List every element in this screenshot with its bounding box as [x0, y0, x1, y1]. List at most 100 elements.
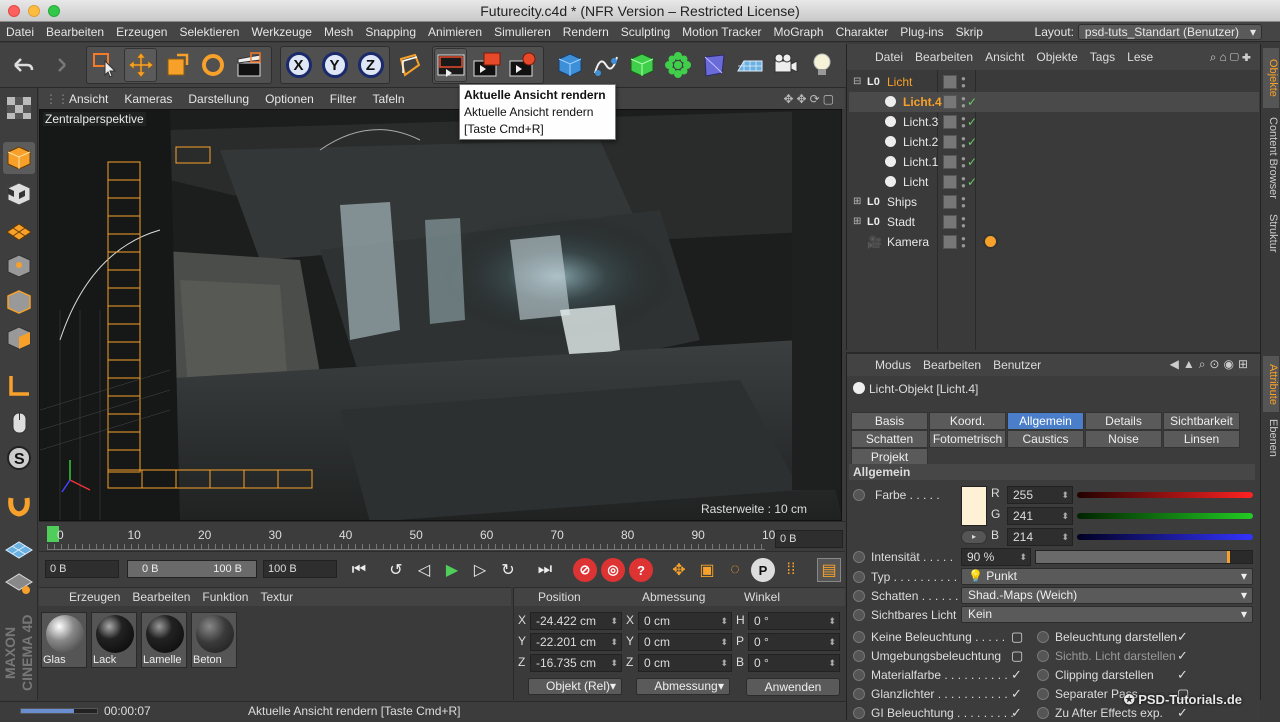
workplane-mode-button[interactable]	[3, 214, 35, 246]
z-axis-lock-button[interactable]: Z	[354, 48, 387, 82]
attr-tab-allgemein[interactable]: Allgemein	[1007, 412, 1084, 430]
size-z-field[interactable]: 0 cm	[638, 654, 732, 672]
size-x-field[interactable]: 0 cm	[638, 612, 732, 630]
layer-tag-icon[interactable]	[943, 95, 957, 109]
intensity-field[interactable]: 90 %	[961, 548, 1031, 566]
material-menu-bearbeiten[interactable]: Bearbeiten	[126, 590, 196, 604]
add-light-button[interactable]	[805, 48, 838, 82]
light-type-dropdown[interactable]: 💡 Punkt	[961, 568, 1253, 585]
tab-content-browser[interactable]: Content Browser	[1263, 114, 1279, 202]
add-array-button[interactable]	[661, 48, 694, 82]
next-key-button[interactable]: ↻	[496, 558, 520, 582]
attr-tab-caustics[interactable]: Caustics	[1007, 430, 1084, 448]
coord-mode-dropdown[interactable]: Objekt (Rel)	[528, 678, 622, 695]
move-tool-button[interactable]	[124, 48, 157, 82]
layer-tag-icon[interactable]	[943, 115, 957, 129]
checked-checkbox[interactable]: ✓	[1011, 666, 1022, 684]
color-swatch[interactable]	[961, 486, 987, 526]
red-field[interactable]: 255	[1007, 486, 1073, 504]
animate-option-radio[interactable]	[853, 669, 865, 681]
animate-option-radio[interactable]	[1037, 631, 1049, 643]
material-lack[interactable]: Lack	[91, 612, 137, 668]
animate-option-radio[interactable]	[853, 650, 865, 662]
animate-option-radio[interactable]	[853, 707, 865, 719]
animate-farbe-radio[interactable]	[853, 489, 865, 501]
menu-charakter[interactable]: Charakter	[830, 25, 895, 39]
zoom-window-button[interactable]	[48, 5, 60, 17]
render-picture-viewer-button[interactable]	[470, 48, 503, 82]
play-button[interactable]: ▶	[440, 558, 464, 582]
attribute-nav-icons[interactable]: ◀▲⌕⊙◉⊞	[1170, 357, 1252, 372]
rotation-b-field[interactable]: 0 °	[748, 654, 840, 672]
animate-sichtbar-radio[interactable]	[853, 609, 865, 621]
enabled-check-icon[interactable]: ✓	[967, 112, 977, 132]
green-slider[interactable]	[1077, 513, 1253, 519]
menu-sculpting[interactable]: Sculpting	[615, 25, 676, 39]
key-position-button[interactable]: ✥	[667, 558, 691, 582]
recent-tool-button[interactable]	[232, 48, 265, 82]
object-name[interactable]: Kamera	[887, 232, 929, 252]
enabled-check-icon[interactable]: ✓	[967, 152, 977, 172]
checked-checkbox[interactable]: ✓	[1011, 704, 1022, 722]
layer-tag-icon[interactable]	[943, 215, 957, 229]
object-row-licht-1[interactable]: Licht.1 ● ● ✓	[849, 152, 1259, 172]
render-settings-button[interactable]	[506, 48, 539, 82]
object-row-licht-2[interactable]: Licht.2 ● ● ✓	[849, 132, 1259, 152]
object-name[interactable]: Licht.2	[903, 132, 938, 152]
attr-tab-linsen[interactable]: Linsen	[1163, 430, 1240, 448]
viewport-menu-tafeln[interactable]: Tafeln	[364, 92, 412, 106]
viewport-menu-ansicht[interactable]: Ansicht	[61, 92, 116, 106]
object-row-licht-3[interactable]: Licht.3 ● ● ✓	[849, 112, 1259, 132]
checked-checkbox[interactable]: ✓	[1177, 647, 1188, 665]
animate-option-radio[interactable]	[1037, 669, 1049, 681]
viewport-navigation-icons[interactable]: ✥✥⟳▢	[783, 92, 837, 106]
attr-tab-sichtbarkeit[interactable]: Sichtbarkeit	[1163, 412, 1240, 430]
unchecked-checkbox[interactable]: ▢	[1011, 628, 1023, 646]
start-frame-field[interactable]: 0 B	[45, 560, 119, 578]
live-selection-button[interactable]	[88, 48, 121, 82]
object-row-licht[interactable]: ⊟ L0 Licht ● ●	[849, 72, 1259, 92]
object-menu-datei[interactable]: Datei	[869, 50, 909, 64]
menu-mesh[interactable]: Mesh	[318, 25, 359, 39]
size-y-field[interactable]: 0 cm	[638, 633, 732, 651]
menu-simulieren[interactable]: Simulieren	[488, 25, 557, 39]
x-axis-lock-button[interactable]: X	[282, 48, 315, 82]
material-menu-erzeugen[interactable]: Erzeugen	[63, 590, 126, 604]
intensity-slider[interactable]	[1035, 550, 1253, 564]
visibility-dots-icon[interactable]: ● ●	[961, 75, 967, 90]
viewport-menu-optionen[interactable]: Optionen	[257, 92, 322, 106]
previous-key-button[interactable]: ↺	[384, 558, 408, 582]
tab-ebenen[interactable]: Ebenen	[1263, 418, 1279, 458]
object-menu-ansicht[interactable]: Ansicht	[979, 50, 1030, 64]
enabled-check-icon[interactable]: ✓	[967, 92, 977, 112]
snap-button[interactable]: S	[3, 442, 35, 474]
model-mode-button[interactable]	[3, 142, 35, 174]
menu-erzeugen[interactable]: Erzeugen	[110, 25, 173, 39]
material-glas[interactable]: Glas	[41, 612, 87, 668]
animate-option-radio[interactable]	[853, 631, 865, 643]
animate-option-radio[interactable]	[1037, 707, 1049, 719]
visibility-dots-icon[interactable]: ● ●	[961, 235, 967, 250]
object-name[interactable]: Ships	[887, 192, 917, 212]
attribute-menu-benutzer[interactable]: Benutzer	[987, 358, 1047, 372]
collapse-icon[interactable]: ⊟	[853, 72, 861, 92]
object-row-stadt[interactable]: ⊞ L0 Stadt ● ●	[849, 212, 1259, 232]
menu-datei[interactable]: Datei	[0, 25, 40, 39]
animate-option-radio[interactable]	[853, 688, 865, 700]
attr-tab-basis[interactable]: Basis	[851, 412, 928, 430]
material-lamelle[interactable]: Lamelle	[141, 612, 187, 668]
unchecked-checkbox[interactable]: ▢	[1011, 647, 1023, 665]
magnet-button[interactable]	[3, 490, 35, 522]
attr-tab-schatten[interactable]: Schatten	[851, 430, 928, 448]
animate-intensity-radio[interactable]	[853, 551, 865, 563]
object-row-licht[interactable]: Licht ● ● ✓	[849, 172, 1259, 192]
menu-skrip[interactable]: Skrip	[950, 25, 989, 39]
make-editable-button[interactable]	[3, 92, 35, 124]
animate-typ-radio[interactable]	[853, 571, 865, 583]
rotate-tool-button[interactable]	[196, 48, 229, 82]
green-field[interactable]: 241	[1007, 507, 1073, 525]
object-name[interactable]: Licht	[887, 72, 912, 92]
object-name[interactable]: Licht	[903, 172, 928, 192]
visible-light-dropdown[interactable]: Kein	[961, 606, 1253, 623]
red-slider[interactable]	[1077, 492, 1253, 498]
